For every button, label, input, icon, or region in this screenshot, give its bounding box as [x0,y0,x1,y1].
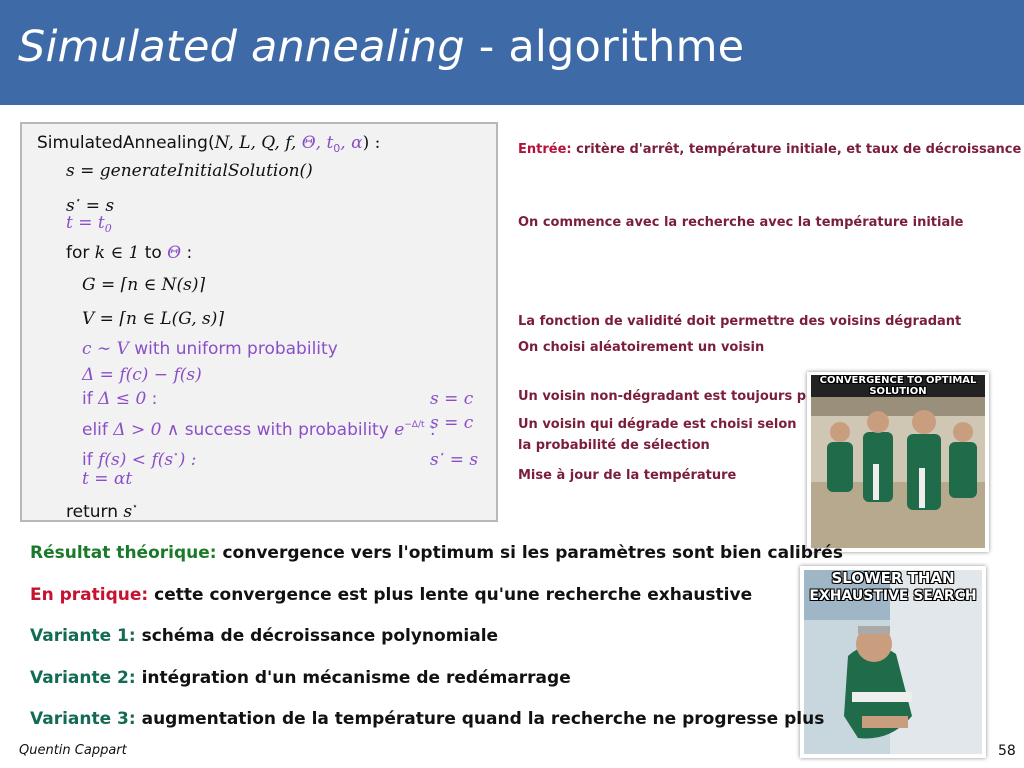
meme-slower-caption-2: EXHAUSTIVE SEARCH [809,588,977,604]
algo-function-name: SimulatedAnnealing( [37,133,215,153]
algo-return-s: s [123,502,133,522]
algo-update-result-end: = s [444,450,479,470]
result-variant-1-label: Variante 1: [30,626,136,646]
algo-sample-math: c ∼ V [82,339,129,359]
algo-temp-sub: 0 [104,222,112,235]
meme-convergence: CONVERGENCE TO OPTIMAL SOLUTION [807,372,989,552]
algo-line-for: for k ∈ 1 to Θ : [66,242,192,264]
algo-for-to: to [139,243,168,263]
result-practice: En pratique: cette convergence est plus … [30,585,752,605]
algo-elif-text: success with probability [179,420,395,440]
result-variant-2-label: Variante 2: [30,668,136,688]
algo-args-purple: Θ, t [301,133,334,153]
algo-update-cond: f(s) < f(s [98,450,174,470]
algo-args-end: ) : [362,133,381,153]
algo-elif-kw: elif [82,420,114,440]
algo-elif-result: s = c [430,413,474,433]
note-validity: La fonction de validité doit permettre d… [518,314,962,329]
algo-if-result: s = c [430,389,474,409]
algo-elif-exp: e [394,420,405,440]
algo-update-kw: if [82,450,99,470]
result-theoretical-text: convergence vers l'optimum si les paramè… [216,543,843,563]
algo-line-init: s = generateInitialSolution() [66,161,313,181]
algo-signature: SimulatedAnnealing(N, L, Q, f, Θ, t0, α)… [37,132,380,160]
meme-slower-caption-1: SLOWER THAN [831,569,955,587]
note-temp-update: Mise à jour de la température [518,468,737,483]
algo-line-return: return s⋆ [66,496,138,523]
meme-convergence-image [811,376,985,548]
note-degrading: Un voisin qui dégrade est choisi selon [518,417,797,432]
algo-for-var: k ∈ 1 [94,243,140,263]
algo-for-theta: Θ [167,243,182,263]
note-non-degrading: Un voisin non-dégradant est toujours pri… [518,389,825,404]
slide-title: Simulated annealing - algorithme [18,22,744,72]
result-practice-label: En pratique: [30,585,149,605]
algo-update-end: ) : [178,450,197,470]
result-variant-3: Variante 3: augmentation de la températu… [30,709,824,729]
result-variant-1: Variante 1: schéma de décroissance polyn… [30,626,498,646]
meme-convergence-caption: CONVERGENCE TO OPTIMAL SOLUTION [811,375,985,397]
slide-title-rest: - algorithme [464,22,745,72]
algo-if-cond: Δ ≤ 0 [98,389,147,409]
result-variant-2-text: intégration d'un mécanisme de redémarrag… [135,668,571,688]
algo-args: N, L, Q, f, [214,133,302,153]
result-variant-1-text: schéma de décroissance polynomiale [135,626,499,646]
result-variant-3-label: Variante 3: [30,709,136,729]
algo-line-delta: Δ = f(c) − f(s) [82,365,202,385]
note-random-neighbor: On choisi aléatoirement un voisin [518,340,765,355]
algo-return-kw: return [66,502,124,522]
algo-if-end: : [146,389,158,409]
algo-line-sample: c ∼ V with uniform probability [82,338,338,360]
algo-line-temp: t = t0 [66,212,112,240]
result-practice-text: cette convergence est plus lente qu'une … [148,585,753,605]
note-input: Entrée: critère d'arrêt, température ini… [518,142,1021,157]
algo-line-g: G = ⌈n ∈ N(s)⌉ [82,275,206,295]
result-theoretical-label: Résultat théorique: [30,543,217,563]
algo-line-update-best: if f(s) < f(s⋆) : [82,444,197,471]
algo-temp: t = t [66,213,105,233]
algo-line-v: V = ⌈n ∈ L(G, s)⌉ [82,309,224,329]
note-input-text: critère d'arrêt, température initiale, e… [571,142,1022,157]
note-probability: la probabilité de sélection [518,438,710,453]
slide-title-italic: Simulated annealing [18,22,465,72]
algo-line-elif: elif Δ > 0 ∧ success with probability e−… [82,414,436,441]
algo-update-result-s: s [430,450,439,470]
algo-sample-text: with uniform probability [128,339,338,359]
result-variant-3-text: augmentation de la température quand la … [135,709,825,729]
algo-for-end: : [181,243,193,263]
note-input-key: Entrée: [518,142,572,157]
algo-update-result: s⋆ = s [430,444,478,471]
algo-args-alpha: , α [340,133,363,153]
result-theoretical: Résultat théorique: convergence vers l'o… [30,543,843,563]
page-number: 58 [998,743,1016,759]
note-initial-temp: On commence avec la recherche avec la te… [518,215,964,230]
result-variant-2: Variante 2: intégration d'un mécanisme d… [30,668,571,688]
algo-return-star: ⋆ [132,502,138,512]
algo-line-if: if Δ ≤ 0 : [82,388,157,410]
algo-line-cool: t = αt [82,469,133,489]
algo-elif-exp-sup: −Δ/t [404,420,425,430]
algo-elif-cond: Δ > 0 ∧ [113,420,180,440]
meme-slower: SLOWER THAN EXHAUSTIVE SEARCH [800,566,986,758]
algo-for-kw: for [66,243,95,263]
footer-author: Quentin Cappart [19,743,127,758]
algo-if-kw: if [82,389,99,409]
algorithm-box: SimulatedAnnealing(N, L, Q, f, Θ, t 0 , α)… [20,122,498,522]
